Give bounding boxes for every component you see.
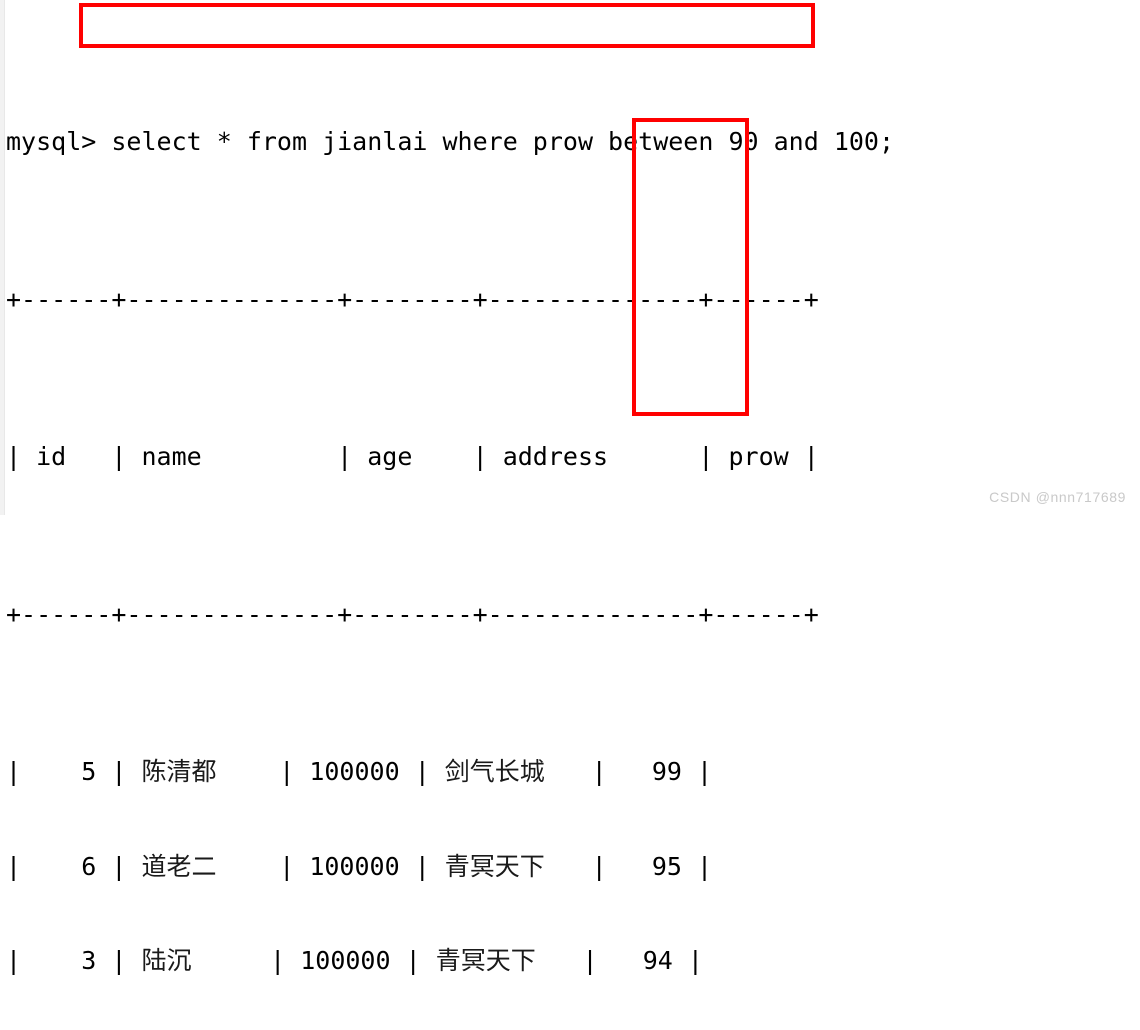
cell-border: | [6, 946, 37, 975]
cell-age: 100000 [300, 946, 391, 975]
cell-id: 3 [36, 946, 97, 975]
cell-address: 青冥天下 [444, 851, 577, 881]
cell-border: | [390, 946, 436, 975]
prompt-label: mysql> [6, 127, 97, 156]
cell-age: 100000 [309, 851, 400, 881]
cell-border: | [681, 851, 713, 881]
cell-name: 陈清都 [141, 757, 265, 786]
cell-border: | [264, 851, 310, 881]
cell-name: 陆沉 [141, 946, 256, 975]
sql-query-text[interactable]: select * from jianlai where prow between… [96, 127, 894, 156]
table-separator-header: +------+--------------+--------+--------… [6, 599, 819, 629]
cell-prow: 99 [621, 757, 682, 786]
cell-border: | [681, 757, 713, 786]
terminal-left-gutter [0, 0, 5, 515]
table-row: | 5 | 陈清都 | 100000 | 剑气长城 | 99 | [6, 756, 894, 788]
cell-border: | [6, 851, 37, 881]
cell-border: | [399, 851, 445, 881]
table-row: | 6 | 道老二 | 100000 | 青冥天下 | 95 | [6, 851, 894, 883]
cell-border: | [264, 757, 310, 786]
cell-border: | [96, 757, 142, 786]
cell-border: | [576, 757, 622, 786]
table-separator-top: +------+--------------+--------+--------… [6, 284, 819, 314]
console-output: mysql> select * from jianlai where prow … [6, 0, 894, 1030]
table-row: | 3 | 陆沉 | 100000 | 青冥天下 | 94 | [6, 945, 894, 977]
mysql-terminal-window[interactable]: mysql> select * from jianlai where prow … [0, 0, 1140, 975]
cell-id: 6 [36, 851, 97, 881]
cell-id: 5 [36, 757, 97, 786]
csdn-watermark: CSDN @nnn717689 [989, 489, 1126, 505]
cell-border: | [6, 757, 37, 786]
cell-border: | [399, 757, 445, 786]
cell-address: 剑气长城 [444, 757, 577, 786]
cell-border: | [576, 851, 622, 881]
cell-border: | [255, 946, 301, 975]
cell-address: 青冥天下 [435, 946, 568, 975]
cell-prow: 95 [621, 851, 682, 881]
cell-border: | [96, 946, 142, 975]
cell-age: 100000 [309, 757, 400, 786]
cell-border: | [567, 946, 613, 975]
cell-name: 道老二 [141, 851, 265, 881]
cell-border: | [672, 946, 703, 975]
table-header-row: | id | name | age | address | prow | [6, 442, 819, 471]
command-line: mysql> select * from jianlai where prow … [6, 126, 894, 158]
cell-border: | [96, 851, 142, 881]
cell-prow: 94 [612, 946, 673, 975]
